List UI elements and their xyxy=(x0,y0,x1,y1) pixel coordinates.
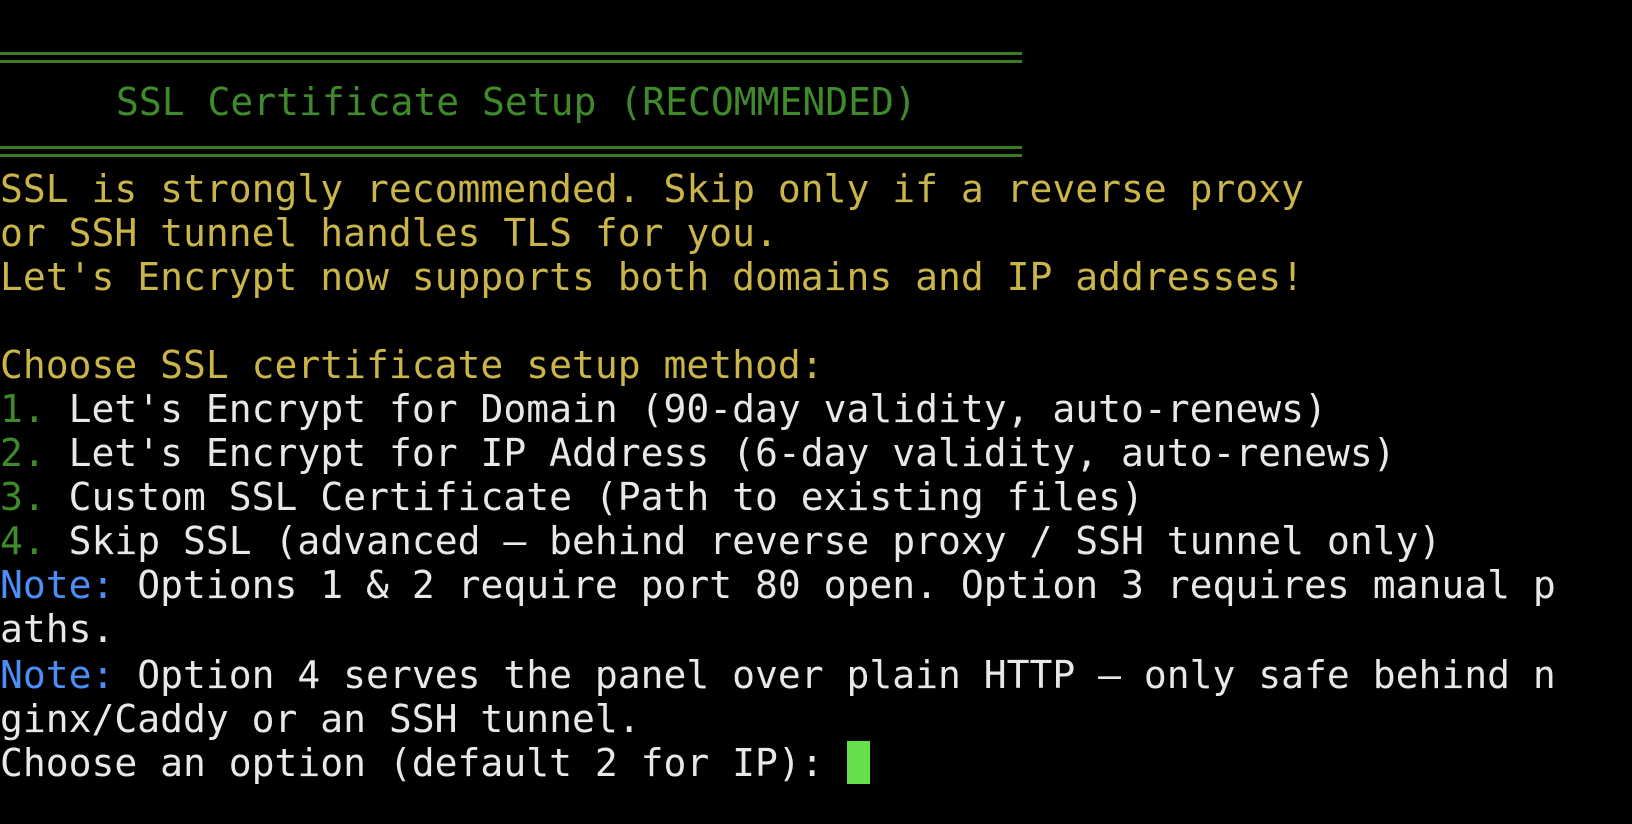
option-input-line[interactable]: Choose an option (default 2 for IP): xyxy=(0,740,870,786)
menu-option-3: 3. Custom SSL Certificate (Path to exist… xyxy=(0,474,1144,520)
note-text: Option 4 serves the panel over plain HTT… xyxy=(137,653,1556,697)
menu-option-4: 4. Skip SSL (advanced — behind reverse p… xyxy=(0,518,1441,564)
intro-line-3: Let's Encrypt now supports both domains … xyxy=(0,255,1305,299)
option-number: 2. xyxy=(0,431,46,475)
option-label: Let's Encrypt for Domain (90-day validit… xyxy=(68,387,1327,431)
note-text: Options 1 & 2 require port 80 open. Opti… xyxy=(137,563,1556,607)
header-top-rule xyxy=(0,52,1022,63)
option-label: Custom SSL Certificate (Path to existing… xyxy=(68,475,1144,519)
text-cursor[interactable] xyxy=(846,741,870,784)
note-1-line-2: aths. xyxy=(0,607,115,651)
input-prompt: Choose an option (default 2 for IP): xyxy=(0,741,824,785)
option-label: Skip SSL (advanced — behind reverse prox… xyxy=(68,519,1442,563)
note-2-line-2: ginx/Caddy or an SSH tunnel. xyxy=(0,697,641,741)
menu-prompt: Choose SSL certificate setup method: xyxy=(0,343,824,387)
menu-option-2: 2. Let's Encrypt for IP Address (6-day v… xyxy=(0,430,1396,476)
terminal-window[interactable]: SSL Certificate Setup (RECOMMENDED) SSL … xyxy=(0,0,1632,824)
section-title: SSL Certificate Setup (RECOMMENDED) xyxy=(116,80,917,124)
note-1-line-1: Note: Options 1 & 2 require port 80 open… xyxy=(0,562,1556,608)
intro-line-2: or SSH tunnel handles TLS for you. xyxy=(0,211,778,255)
note-label: Note: xyxy=(0,653,115,697)
option-label: Let's Encrypt for IP Address (6-day vali… xyxy=(68,431,1396,475)
header-bottom-rule xyxy=(0,146,1022,157)
note-label: Note: xyxy=(0,563,115,607)
option-number: 4. xyxy=(0,519,46,563)
note-2-line-1: Note: Option 4 serves the panel over pla… xyxy=(0,652,1556,698)
option-number: 1. xyxy=(0,387,46,431)
option-number: 3. xyxy=(0,475,46,519)
menu-option-1: 1. Let's Encrypt for Domain (90-day vali… xyxy=(0,386,1327,432)
intro-line-1: SSL is strongly recommended. Skip only i… xyxy=(0,167,1305,211)
